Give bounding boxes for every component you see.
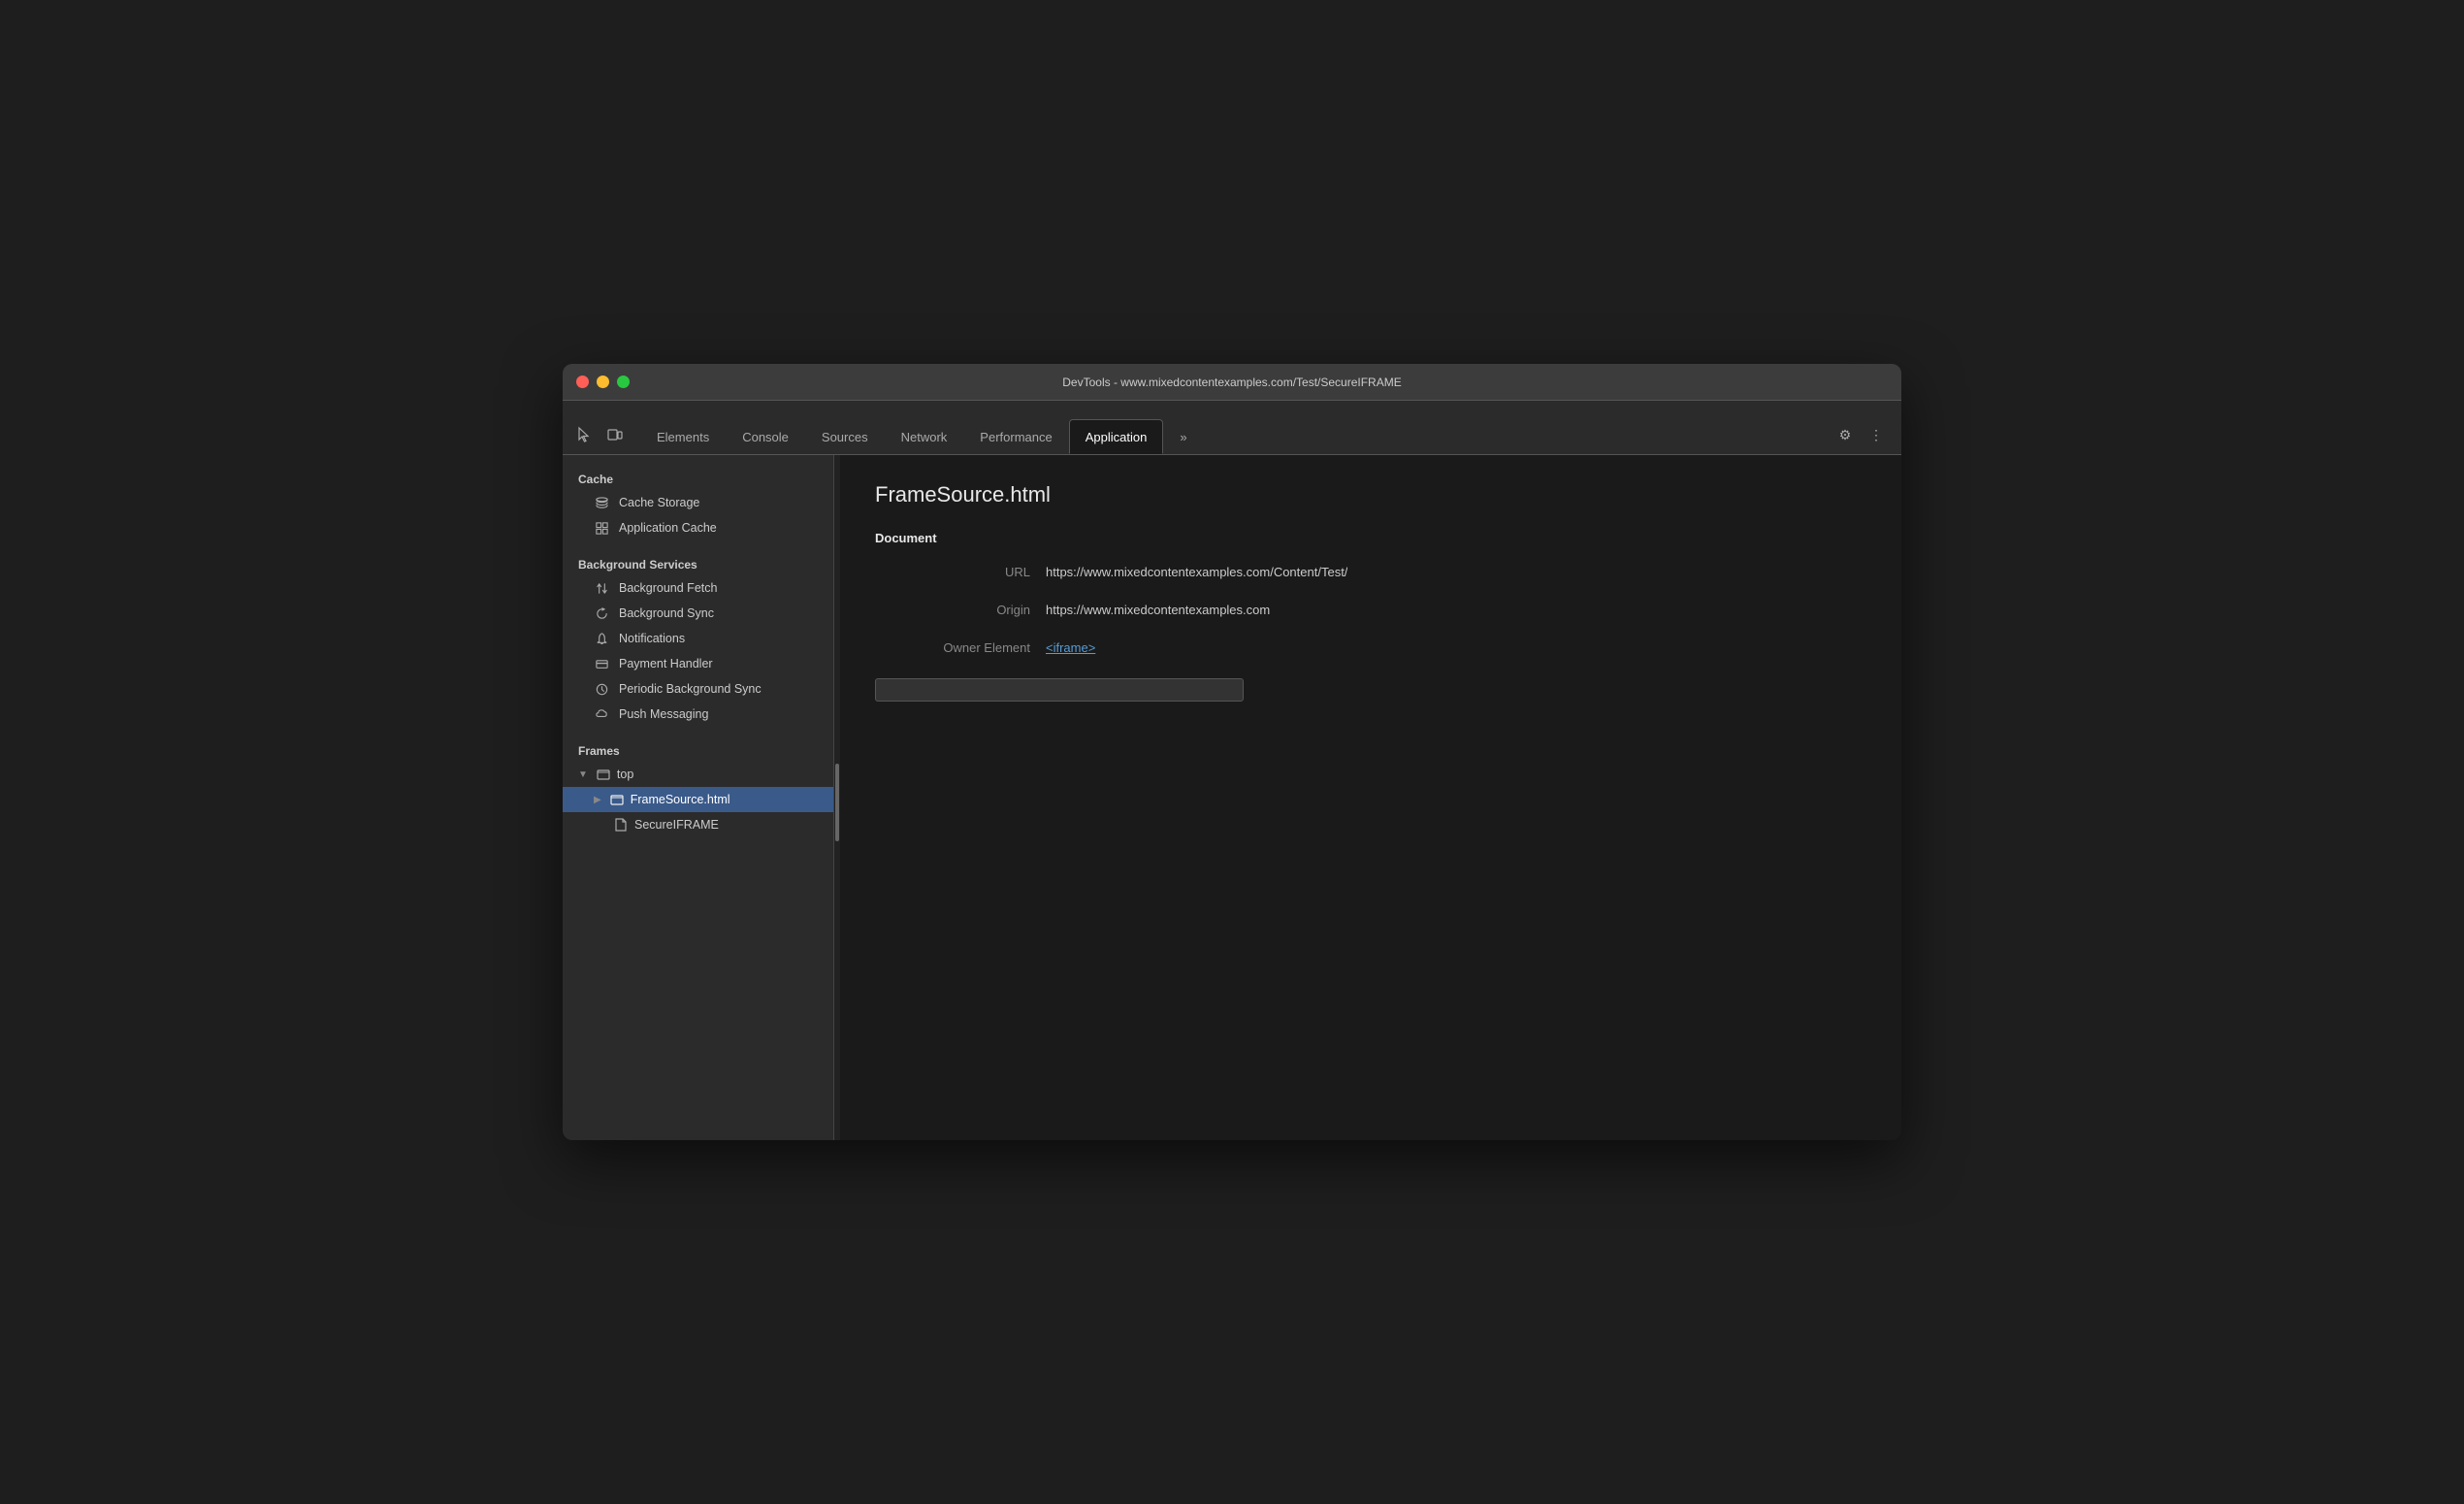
- window-title: DevTools - www.mixedcontentexamples.com/…: [1062, 376, 1401, 389]
- url-value: https://www.mixedcontentexamples.com/Con…: [1046, 565, 1347, 579]
- tab-sources[interactable]: Sources: [805, 419, 885, 454]
- owner-key: Owner Element: [875, 640, 1030, 655]
- url-key: URL: [875, 565, 1030, 579]
- tab-console[interactable]: Console: [726, 419, 805, 454]
- frame-secure-iframe[interactable]: SecureIFRAME: [563, 812, 833, 837]
- panel-document-label: Document: [875, 531, 1866, 545]
- sidebar-item-push-messaging[interactable]: Push Messaging: [563, 702, 833, 727]
- sidebar-item-notifications[interactable]: Notifications: [563, 626, 833, 651]
- toolbar-icons: [570, 421, 629, 448]
- filter-input[interactable]: [875, 678, 1244, 702]
- sidebar-item-periodic-background-sync[interactable]: Periodic Background Sync: [563, 676, 833, 702]
- arrows-icon: [594, 580, 609, 596]
- info-row-owner: Owner Element <iframe>: [875, 640, 1866, 655]
- settings-icon[interactable]: ⚙: [1832, 421, 1859, 448]
- sidebar-item-payment-handler[interactable]: Payment Handler: [563, 651, 833, 676]
- frame-top[interactable]: ▼ top: [563, 762, 833, 787]
- sidebar: Cache Cache Storage: [563, 455, 834, 1140]
- owner-value[interactable]: <iframe>: [1046, 640, 1095, 655]
- file-icon: [613, 817, 629, 833]
- close-button[interactable]: [576, 376, 589, 388]
- tabbar-right-icons: ⚙ ⋮: [1832, 421, 1890, 448]
- device-icon[interactable]: [601, 421, 629, 448]
- origin-key: Origin: [875, 603, 1030, 617]
- tab-elements[interactable]: Elements: [640, 419, 726, 454]
- sidebar-item-background-fetch[interactable]: Background Fetch: [563, 575, 833, 601]
- info-row-url: URL https://www.mixedcontentexamples.com…: [875, 565, 1866, 579]
- tab-performance[interactable]: Performance: [963, 419, 1068, 454]
- frame-expand-arrow: ▼: [578, 769, 588, 780]
- tab-application[interactable]: Application: [1069, 419, 1164, 454]
- bell-icon: [594, 631, 609, 646]
- filter-bar: [875, 678, 1866, 702]
- frame-folder-icon: [596, 767, 611, 782]
- grid-icon: [594, 520, 609, 536]
- tab-network[interactable]: Network: [885, 419, 964, 454]
- tab-more[interactable]: »: [1163, 419, 1203, 454]
- sync-icon: [594, 605, 609, 621]
- panel-title: FrameSource.html: [875, 482, 1866, 507]
- sidebar-section-background: Background Services: [563, 552, 833, 575]
- sidebar-item-cache-storage[interactable]: Cache Storage: [563, 490, 833, 515]
- info-row-origin: Origin https://www.mixedcontentexamples.…: [875, 603, 1866, 617]
- origin-value: https://www.mixedcontentexamples.com: [1046, 603, 1270, 617]
- traffic-lights: [576, 376, 630, 388]
- info-table: URL https://www.mixedcontentexamples.com…: [875, 565, 1866, 655]
- main-panel: FrameSource.html Document URL https://ww…: [840, 455, 1901, 1140]
- cloud-icon: [594, 706, 609, 722]
- card-icon: [594, 656, 609, 671]
- clock-icon: [594, 681, 609, 697]
- devtools-window: DevTools - www.mixedcontentexamples.com/…: [563, 364, 1901, 1140]
- frame-folder2-icon: [609, 792, 625, 807]
- main-area: Cache Cache Storage: [563, 455, 1901, 1140]
- sidebar-section-frames: Frames: [563, 738, 833, 762]
- sidebar-section-cache: Cache: [563, 467, 833, 490]
- menu-icon[interactable]: ⋮: [1863, 421, 1890, 448]
- titlebar: DevTools - www.mixedcontentexamples.com/…: [563, 364, 1901, 401]
- frame-source-arrow: ▶: [594, 795, 601, 805]
- frame-source-html[interactable]: ▶ FrameSource.html: [563, 787, 833, 812]
- tabbar: Elements Console Sources Network Perform…: [563, 401, 1901, 455]
- database-icon: [594, 495, 609, 510]
- sidebar-item-background-sync[interactable]: Background Sync: [563, 601, 833, 626]
- sidebar-scrollbar-thumb[interactable]: [835, 764, 839, 841]
- minimize-button[interactable]: [597, 376, 609, 388]
- sidebar-item-application-cache[interactable]: Application Cache: [563, 515, 833, 540]
- maximize-button[interactable]: [617, 376, 630, 388]
- cursor-icon[interactable]: [570, 421, 598, 448]
